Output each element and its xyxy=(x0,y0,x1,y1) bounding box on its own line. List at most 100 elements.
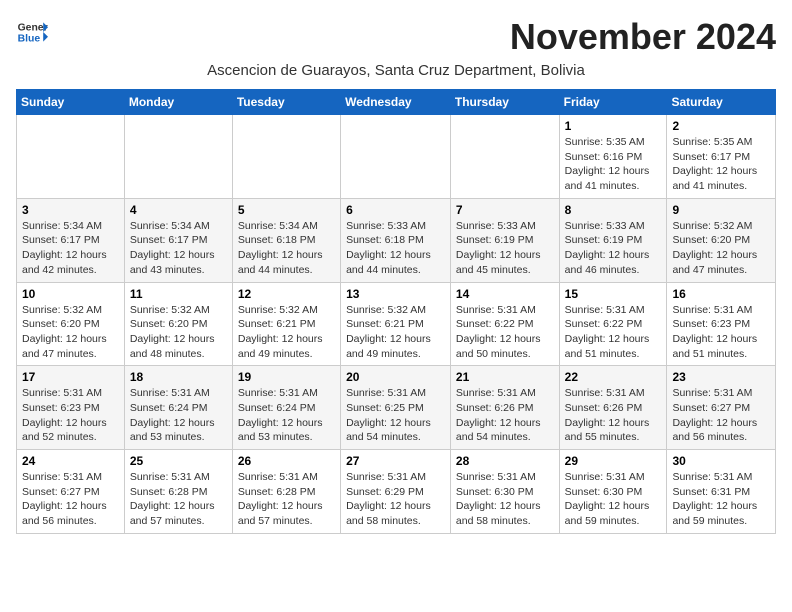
day-number: 5 xyxy=(238,203,335,217)
calendar-week-3: 17 Sunrise: 5:31 AM Sunset: 6:23 PM Dayli… xyxy=(17,366,776,450)
calendar-cell xyxy=(17,115,125,199)
day-info: Sunrise: 5:34 AM Sunset: 6:17 PM Dayligh… xyxy=(22,219,119,278)
day-info: Sunrise: 5:34 AM Sunset: 6:17 PM Dayligh… xyxy=(130,219,227,278)
weekday-sunday: Sunday xyxy=(17,90,125,115)
day-info: Sunrise: 5:32 AM Sunset: 6:21 PM Dayligh… xyxy=(346,303,445,362)
day-number: 11 xyxy=(130,287,227,301)
day-number: 14 xyxy=(456,287,554,301)
calendar-cell: 18 Sunrise: 5:31 AM Sunset: 6:24 PM Dayli… xyxy=(124,366,232,450)
calendar-week-4: 24 Sunrise: 5:31 AM Sunset: 6:27 PM Dayli… xyxy=(17,450,776,534)
day-info: Sunrise: 5:31 AM Sunset: 6:26 PM Dayligh… xyxy=(456,386,554,445)
day-number: 29 xyxy=(565,454,662,468)
day-info: Sunrise: 5:31 AM Sunset: 6:22 PM Dayligh… xyxy=(565,303,662,362)
calendar-cell: 25Sunrise: 5:31 AM Sunset: 6:28 PM Dayli… xyxy=(124,450,232,534)
calendar-cell: 20 Sunrise: 5:31 AM Sunset: 6:25 PM Dayli… xyxy=(341,366,451,450)
day-number: 10 xyxy=(22,287,119,301)
calendar-cell xyxy=(124,115,232,199)
day-number: 21 xyxy=(456,370,554,384)
subtitle: Ascencion de Guarayos, Santa Cruz Depart… xyxy=(16,62,776,79)
calendar-cell: 12 Sunrise: 5:32 AM Sunset: 6:21 PM Dayli… xyxy=(232,282,340,366)
day-number: 27 xyxy=(346,454,445,468)
calendar: SundayMondayTuesdayWednesdayThursdayFrid… xyxy=(16,89,776,534)
weekday-thursday: Thursday xyxy=(450,90,559,115)
calendar-cell: 28 Sunrise: 5:31 AM Sunset: 6:30 PM Dayli… xyxy=(450,450,559,534)
calendar-week-0: 1Sunrise: 5:35 AM Sunset: 6:16 PM Daylig… xyxy=(17,115,776,199)
day-number: 20 xyxy=(346,370,445,384)
day-info: Sunrise: 5:35 AM Sunset: 6:16 PM Dayligh… xyxy=(565,135,662,194)
calendar-cell: 6 Sunrise: 5:33 AM Sunset: 6:18 PM Daylig… xyxy=(341,198,451,282)
day-number: 2 xyxy=(672,119,770,133)
day-info: Sunrise: 5:32 AM Sunset: 6:20 PM Dayligh… xyxy=(672,219,770,278)
day-number: 6 xyxy=(346,203,445,217)
day-info: Sunrise: 5:31 AM Sunset: 6:24 PM Dayligh… xyxy=(130,386,227,445)
logo-icon: General Blue xyxy=(16,16,48,48)
calendar-cell: 17 Sunrise: 5:31 AM Sunset: 6:23 PM Dayli… xyxy=(17,366,125,450)
day-info: Sunrise: 5:35 AM Sunset: 6:17 PM Dayligh… xyxy=(672,135,770,194)
day-info: Sunrise: 5:31 AM Sunset: 6:30 PM Dayligh… xyxy=(565,470,662,529)
day-number: 23 xyxy=(672,370,770,384)
weekday-monday: Monday xyxy=(124,90,232,115)
calendar-body: 1Sunrise: 5:35 AM Sunset: 6:16 PM Daylig… xyxy=(17,115,776,534)
day-info: Sunrise: 5:33 AM Sunset: 6:19 PM Dayligh… xyxy=(565,219,662,278)
calendar-cell: 24 Sunrise: 5:31 AM Sunset: 6:27 PM Dayli… xyxy=(17,450,125,534)
day-number: 13 xyxy=(346,287,445,301)
weekday-tuesday: Tuesday xyxy=(232,90,340,115)
day-number: 12 xyxy=(238,287,335,301)
calendar-cell: 23 Sunrise: 5:31 AM Sunset: 6:27 PM Dayli… xyxy=(667,366,776,450)
day-info: Sunrise: 5:32 AM Sunset: 6:20 PM Dayligh… xyxy=(130,303,227,362)
day-number: 16 xyxy=(672,287,770,301)
calendar-cell: 19 Sunrise: 5:31 AM Sunset: 6:24 PM Dayli… xyxy=(232,366,340,450)
calendar-cell: 7Sunrise: 5:33 AM Sunset: 6:19 PM Daylig… xyxy=(450,198,559,282)
calendar-week-1: 3 Sunrise: 5:34 AM Sunset: 6:17 PM Daylig… xyxy=(17,198,776,282)
calendar-cell: 21 Sunrise: 5:31 AM Sunset: 6:26 PM Dayli… xyxy=(450,366,559,450)
day-info: Sunrise: 5:32 AM Sunset: 6:20 PM Dayligh… xyxy=(22,303,119,362)
day-info: Sunrise: 5:31 AM Sunset: 6:23 PM Dayligh… xyxy=(22,386,119,445)
day-info: Sunrise: 5:31 AM Sunset: 6:25 PM Dayligh… xyxy=(346,386,445,445)
day-info: Sunrise: 5:31 AM Sunset: 6:29 PM Dayligh… xyxy=(346,470,445,529)
day-number: 19 xyxy=(238,370,335,384)
day-info: Sunrise: 5:32 AM Sunset: 6:21 PM Dayligh… xyxy=(238,303,335,362)
day-number: 3 xyxy=(22,203,119,217)
calendar-cell xyxy=(450,115,559,199)
calendar-cell: 13 Sunrise: 5:32 AM Sunset: 6:21 PM Dayli… xyxy=(341,282,451,366)
day-number: 18 xyxy=(130,370,227,384)
day-number: 22 xyxy=(565,370,662,384)
day-number: 26 xyxy=(238,454,335,468)
weekday-wednesday: Wednesday xyxy=(341,90,451,115)
day-info: Sunrise: 5:33 AM Sunset: 6:19 PM Dayligh… xyxy=(456,219,554,278)
calendar-week-2: 10 Sunrise: 5:32 AM Sunset: 6:20 PM Dayli… xyxy=(17,282,776,366)
calendar-cell xyxy=(232,115,340,199)
day-info: Sunrise: 5:31 AM Sunset: 6:22 PM Dayligh… xyxy=(456,303,554,362)
weekday-header: SundayMondayTuesdayWednesdayThursdayFrid… xyxy=(17,90,776,115)
day-info: Sunrise: 5:31 AM Sunset: 6:27 PM Dayligh… xyxy=(22,470,119,529)
day-info: Sunrise: 5:31 AM Sunset: 6:31 PM Dayligh… xyxy=(672,470,770,529)
day-info: Sunrise: 5:33 AM Sunset: 6:18 PM Dayligh… xyxy=(346,219,445,278)
day-info: Sunrise: 5:31 AM Sunset: 6:26 PM Dayligh… xyxy=(565,386,662,445)
calendar-cell: 15Sunrise: 5:31 AM Sunset: 6:22 PM Dayli… xyxy=(559,282,667,366)
calendar-cell: 8 Sunrise: 5:33 AM Sunset: 6:19 PM Daylig… xyxy=(559,198,667,282)
day-number: 4 xyxy=(130,203,227,217)
day-info: Sunrise: 5:31 AM Sunset: 6:28 PM Dayligh… xyxy=(238,470,335,529)
day-info: Sunrise: 5:34 AM Sunset: 6:18 PM Dayligh… xyxy=(238,219,335,278)
calendar-cell xyxy=(341,115,451,199)
day-info: Sunrise: 5:31 AM Sunset: 6:30 PM Dayligh… xyxy=(456,470,554,529)
day-number: 24 xyxy=(22,454,119,468)
day-number: 8 xyxy=(565,203,662,217)
calendar-cell: 11 Sunrise: 5:32 AM Sunset: 6:20 PM Dayli… xyxy=(124,282,232,366)
calendar-cell: 30 Sunrise: 5:31 AM Sunset: 6:31 PM Dayli… xyxy=(667,450,776,534)
day-info: Sunrise: 5:31 AM Sunset: 6:27 PM Dayligh… xyxy=(672,386,770,445)
calendar-cell: 26 Sunrise: 5:31 AM Sunset: 6:28 PM Dayli… xyxy=(232,450,340,534)
calendar-cell: 9 Sunrise: 5:32 AM Sunset: 6:20 PM Daylig… xyxy=(667,198,776,282)
calendar-cell: 3 Sunrise: 5:34 AM Sunset: 6:17 PM Daylig… xyxy=(17,198,125,282)
day-number: 28 xyxy=(456,454,554,468)
day-number: 30 xyxy=(672,454,770,468)
page-header: General Blue November 2024 xyxy=(16,16,776,58)
day-info: Sunrise: 5:31 AM Sunset: 6:24 PM Dayligh… xyxy=(238,386,335,445)
calendar-cell: 2 Sunrise: 5:35 AM Sunset: 6:17 PM Daylig… xyxy=(667,115,776,199)
weekday-saturday: Saturday xyxy=(667,90,776,115)
svg-text:Blue: Blue xyxy=(18,34,41,45)
day-number: 9 xyxy=(672,203,770,217)
day-number: 17 xyxy=(22,370,119,384)
calendar-cell: 10 Sunrise: 5:32 AM Sunset: 6:20 PM Dayli… xyxy=(17,282,125,366)
calendar-cell: 22 Sunrise: 5:31 AM Sunset: 6:26 PM Dayli… xyxy=(559,366,667,450)
